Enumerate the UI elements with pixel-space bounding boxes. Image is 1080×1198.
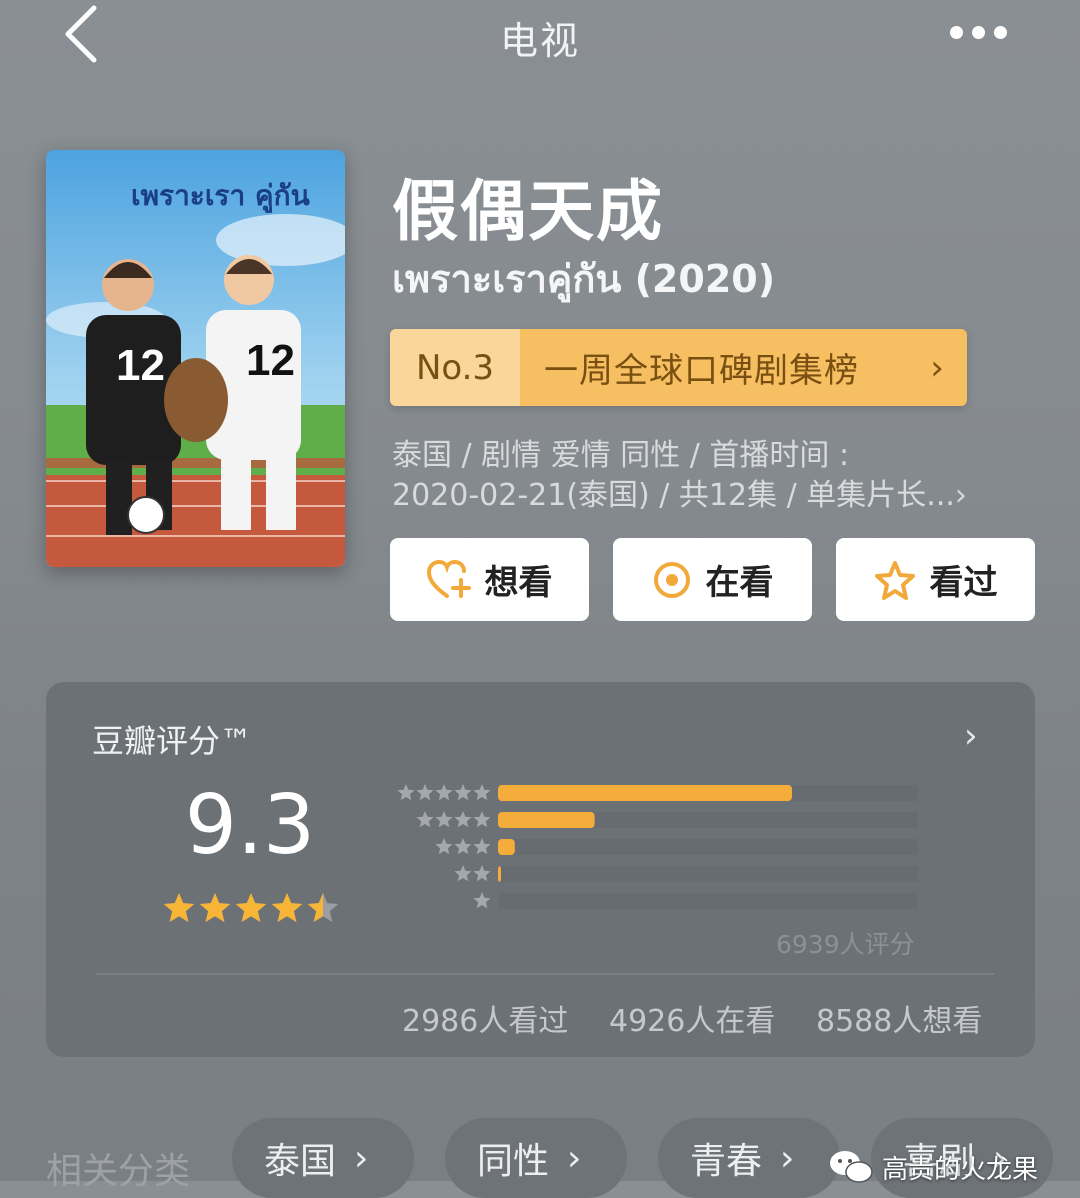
chevron-right-icon[interactable]: › [964, 716, 978, 756]
distribution-star [473, 838, 491, 855]
distribution-star [435, 811, 453, 828]
show-original-title: เพราะเราคู่กัน (2020) [392, 257, 776, 301]
star-outline-icon [874, 560, 915, 600]
distribution-bar [498, 812, 595, 828]
distribution-star [473, 865, 491, 882]
distribution-bar [498, 839, 515, 855]
category-chip[interactable]: 青春 › [658, 1118, 840, 1198]
target-circle-icon [653, 561, 690, 598]
want-to-watch-button[interactable]: 想看 [390, 538, 589, 621]
rating-title: 豆瓣评分™ [92, 722, 253, 760]
heart-plus-icon [426, 559, 471, 598]
distribution-star [435, 838, 453, 855]
poster-jersey-number-right: 12 [246, 336, 295, 385]
category-chip[interactable]: 泰国 › [232, 1118, 414, 1198]
chevron-right-icon: › [780, 1137, 795, 1179]
related-label: 相关分类 [46, 1151, 191, 1192]
watching-button[interactable]: 在看 [613, 538, 812, 621]
category-chip-label: 青春 [690, 1141, 763, 1182]
rating-star-filled [235, 893, 267, 922]
distribution-bar [498, 866, 501, 882]
category-chip[interactable]: 同性 › [445, 1118, 627, 1198]
chevron-right-icon: › [954, 478, 967, 513]
chevron-right-icon: › [354, 1137, 369, 1179]
want-to-watch-label: 想看 [484, 563, 553, 603]
meta-line-1: 泰国 / 剧情 爱情 同性 / 首播时间 : [392, 438, 850, 473]
wechat-icon [830, 1151, 873, 1183]
rating-star-filled [199, 893, 231, 922]
divider [96, 973, 994, 975]
distribution-star [397, 784, 415, 801]
distribution-star [473, 811, 491, 828]
distribution-bar [498, 785, 792, 801]
rating-score: 9.3 [184, 778, 316, 873]
distribution-star [473, 892, 491, 909]
rating-stars [163, 893, 339, 922]
distribution-star [473, 784, 491, 801]
watched-count: 2986人看过 [402, 1004, 569, 1039]
show-title: 假偶天成 [392, 173, 664, 250]
more-icon[interactable] [950, 24, 1020, 40]
want-count: 8588人想看 [816, 1004, 983, 1039]
rank-list-name: 一周全球口碑剧集榜 [544, 351, 859, 391]
distribution-star [454, 838, 472, 855]
chevron-right-icon: › [930, 347, 944, 388]
distribution-track [498, 866, 918, 882]
watermark: 高贵的火龙果 [828, 1148, 1038, 1186]
rating-star-filled [271, 893, 303, 922]
chevron-right-icon: › [567, 1137, 582, 1179]
watching-count: 4926人在看 [609, 1004, 776, 1039]
watched-button[interactable]: 看过 [836, 538, 1035, 621]
watching-label: 在看 [705, 563, 774, 603]
rating-star-filled [163, 893, 195, 922]
rating-distribution [397, 784, 918, 909]
meta-line-2: 2020-02-21(泰国) / 共12集 / 单集片长... [392, 478, 955, 513]
watched-label: 看过 [929, 563, 998, 603]
category-chip-label: 同性 [477, 1141, 550, 1182]
vote-count: 6939人评分 [776, 930, 915, 959]
page-title: 电视 [499, 19, 580, 63]
rank-number: No.3 [390, 329, 520, 406]
distribution-star [416, 811, 434, 828]
poster-logo-text: เพราะเรา คู่กัน [131, 179, 310, 213]
category-chip-label: 泰国 [264, 1141, 337, 1182]
show-meta[interactable]: 泰国 / 剧情 爱情 同性 / 首播时间 : 2020-02-21(泰国) / … [392, 436, 1032, 516]
distribution-star [416, 784, 434, 801]
distribution-star [435, 784, 453, 801]
rank-banner[interactable]: No.3 一周全球口碑剧集榜 › [390, 329, 967, 406]
distribution-track [498, 839, 918, 855]
distribution-star [454, 811, 472, 828]
poster-jersey-number-left: 12 [116, 341, 165, 390]
poster-image[interactable]: 12 12 เพราะเรา คู่กัน [46, 150, 345, 567]
distribution-star [454, 784, 472, 801]
distribution-track [498, 893, 918, 909]
distribution-star [454, 865, 472, 882]
watermark-text: 高贵的火龙果 [882, 1154, 1039, 1185]
